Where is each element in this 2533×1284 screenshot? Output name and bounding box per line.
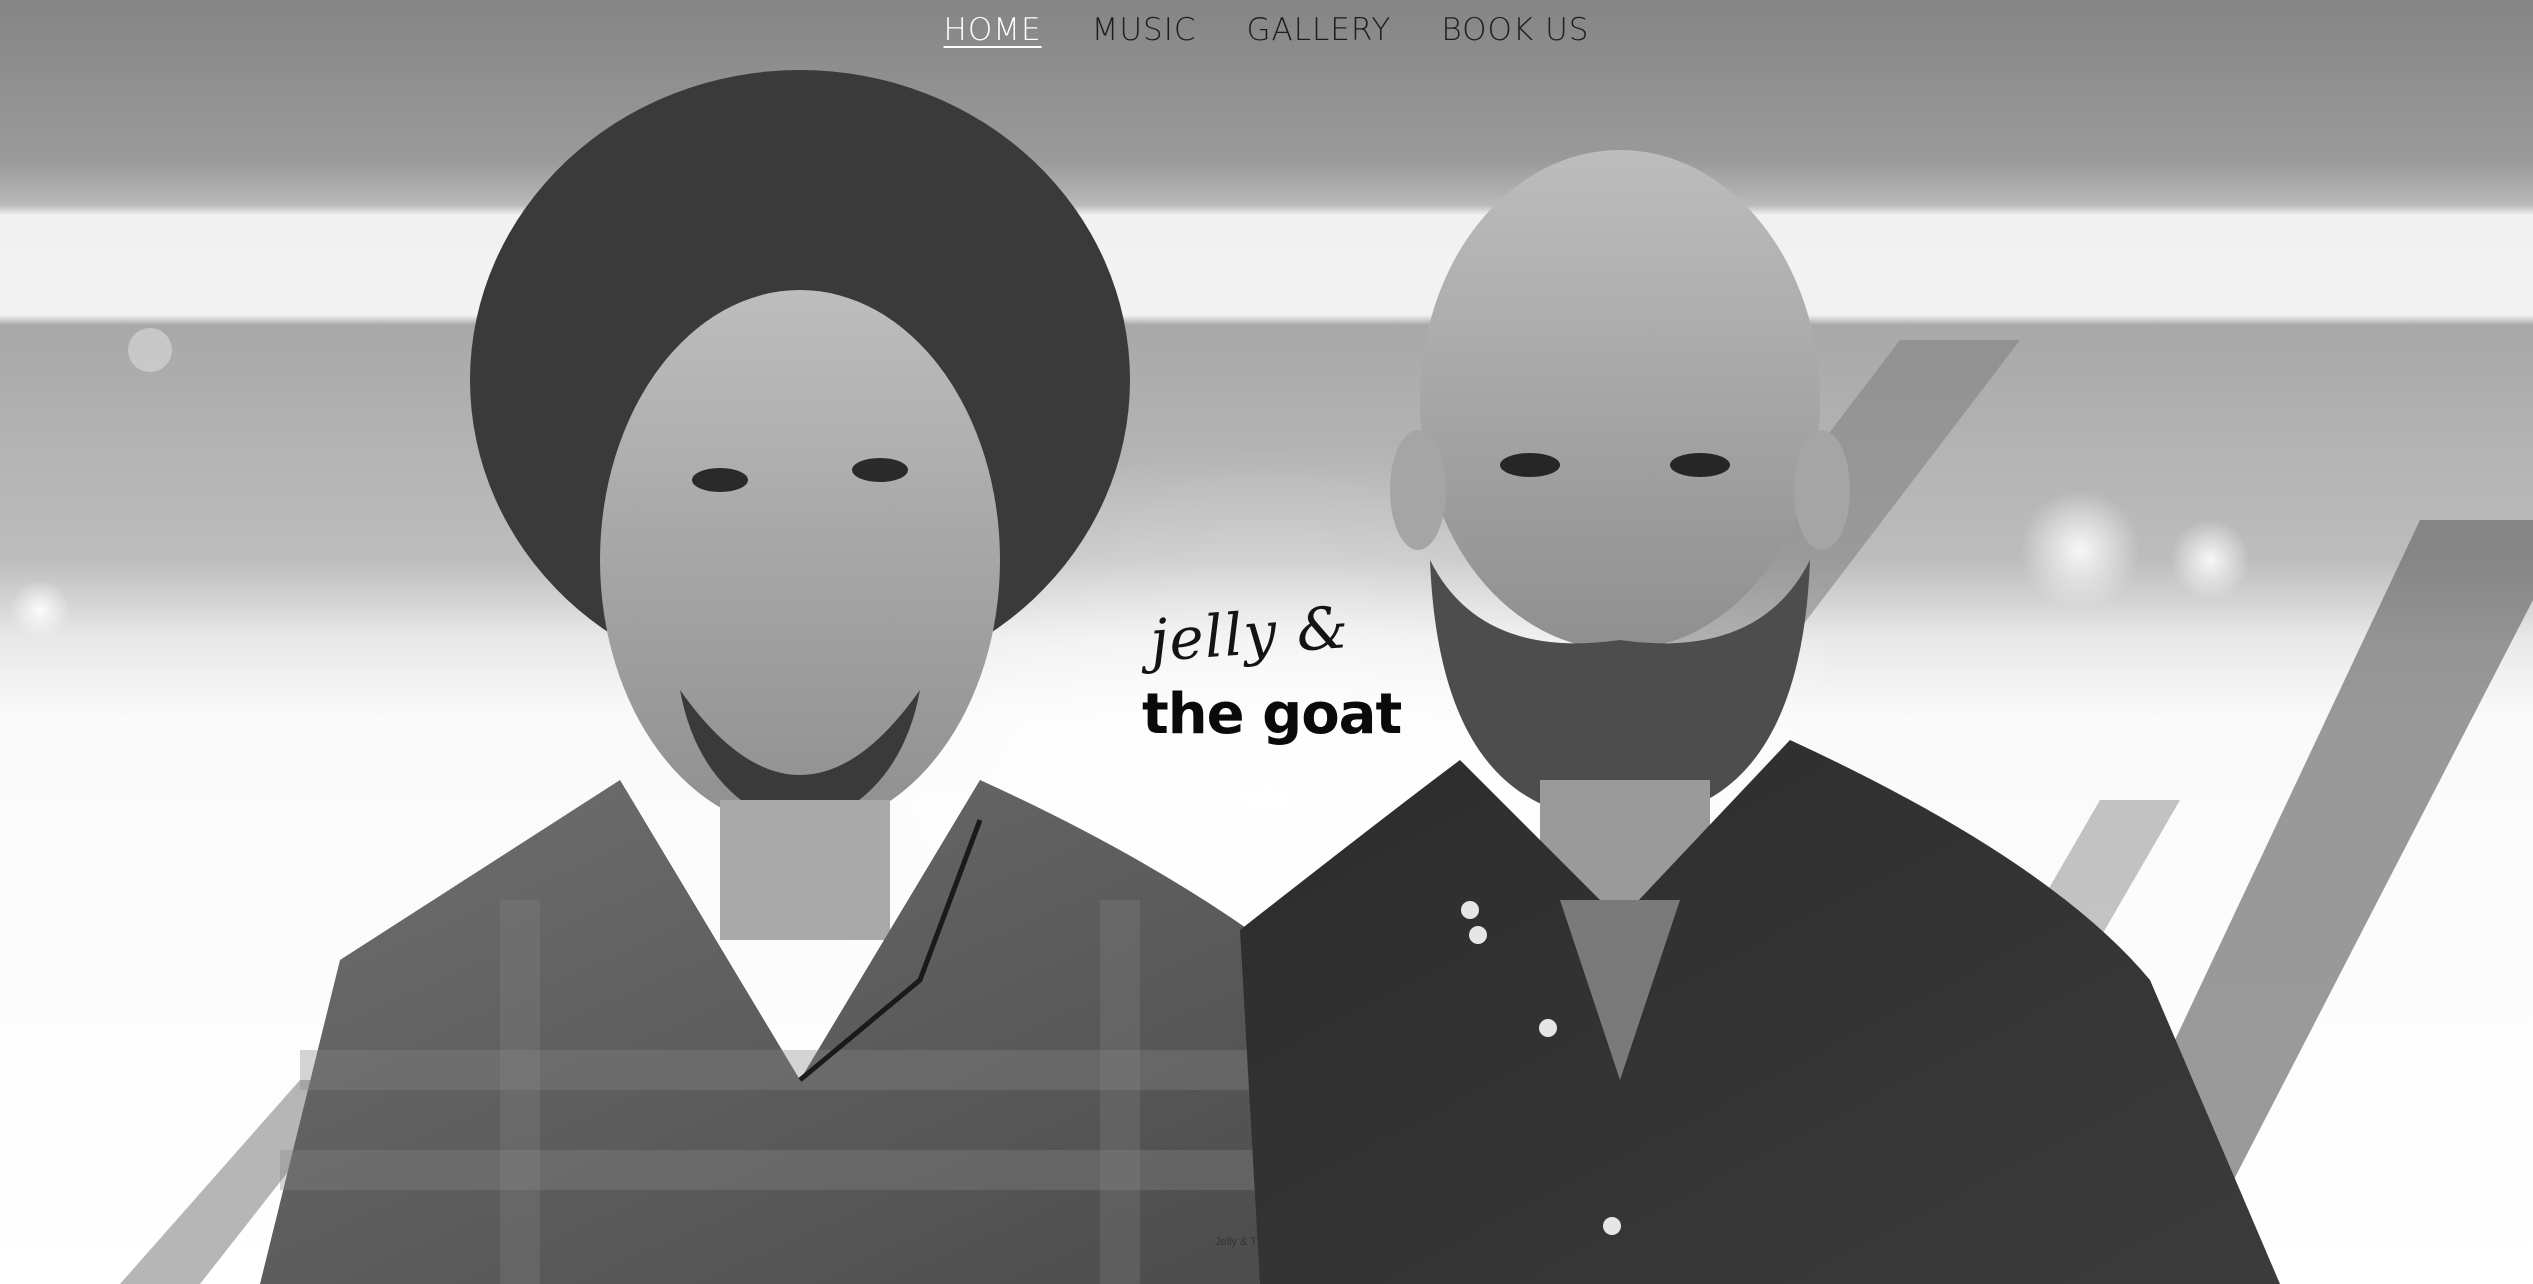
- nav-item-music[interactable]: MUSIC: [1092, 10, 1197, 50]
- nav-item-book-us[interactable]: BOOK US: [1441, 10, 1589, 50]
- nav-item-home[interactable]: HOME: [944, 10, 1042, 50]
- main-nav: HOME MUSIC GALLERY BOOK US: [0, 10, 2533, 50]
- logo-script-text: jelly &: [1147, 593, 1352, 675]
- photo-caption: Jelly & The Goat: [1215, 1236, 1297, 1248]
- logo-bold-text: the goat: [1142, 682, 1402, 747]
- nav-item-gallery[interactable]: GALLERY: [1246, 10, 1391, 50]
- page: HOME MUSIC GALLERY BOOK US jelly & the g…: [0, 0, 2533, 1284]
